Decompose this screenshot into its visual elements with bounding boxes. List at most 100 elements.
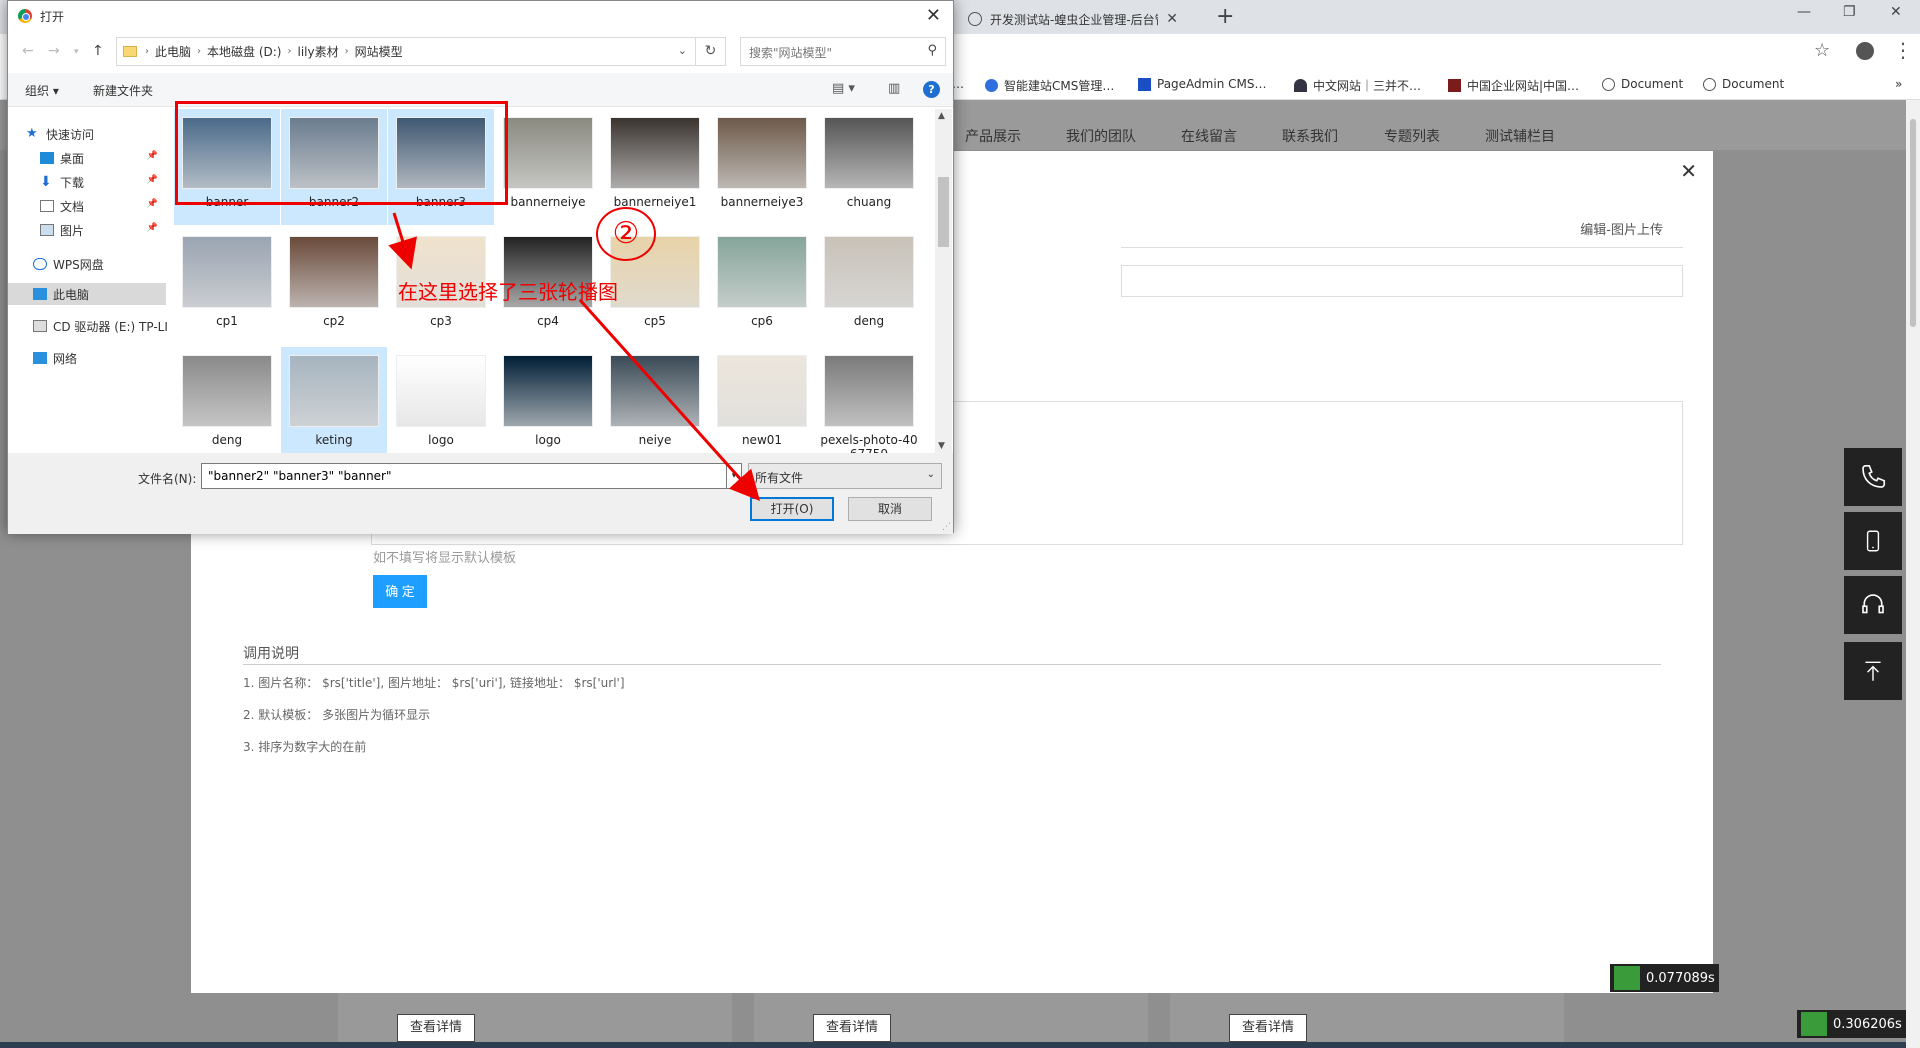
refresh-icon[interactable]: ↻ bbox=[696, 37, 726, 66]
organize-button[interactable]: 组织 ▾ bbox=[25, 82, 59, 99]
chevron-right-icon: › bbox=[344, 46, 349, 57]
bookmark-item[interactable]: 中国企业网站|中国… bbox=[1448, 77, 1579, 94]
file-item[interactable]: cp2 bbox=[281, 228, 387, 344]
nav-item[interactable]: 产品展示 bbox=[965, 126, 1021, 146]
forward-arrow-icon[interactable]: → bbox=[48, 43, 60, 59]
mobile-icon[interactable] bbox=[1844, 512, 1902, 570]
nav-network[interactable]: 网络 bbox=[8, 347, 166, 369]
nav-item[interactable]: 测试辅栏目 bbox=[1485, 126, 1555, 146]
phone-icon[interactable] bbox=[1844, 448, 1902, 506]
new-folder-button[interactable]: 新建文件夹 bbox=[93, 82, 153, 99]
chevron-right-icon: › bbox=[145, 46, 149, 57]
pin-icon[interactable]: 📌 bbox=[147, 151, 158, 161]
up-arrow-icon[interactable]: ↑ bbox=[92, 43, 104, 59]
nav-pictures[interactable]: 图片 📌 bbox=[8, 219, 166, 241]
close-window-icon[interactable]: ✕ bbox=[1890, 4, 1902, 20]
browser-menu-icon[interactable]: ⋮ bbox=[1893, 38, 1913, 62]
confirm-button[interactable]: 确 定 bbox=[373, 575, 427, 608]
scroll-up-icon[interactable]: ▲ bbox=[938, 111, 945, 121]
nav-quick-access[interactable]: ★ 快速访问 bbox=[8, 123, 166, 145]
bookmark-item[interactable]: Document bbox=[1602, 77, 1683, 91]
bookmark-item[interactable]: 中文网站｜三并不… bbox=[1294, 77, 1421, 94]
breadcrumb[interactable]: 网站模型 bbox=[355, 43, 403, 60]
nav-cd-drive[interactable]: CD 驱动器 (E:) TP-LI bbox=[8, 315, 168, 337]
nav-desktop[interactable]: 桌面 📌 bbox=[8, 147, 166, 169]
view-details-button[interactable]: 查看详情 bbox=[1229, 1014, 1307, 1042]
page-scrollbar[interactable] bbox=[1906, 100, 1920, 1048]
nav-item[interactable]: 我们的团队 bbox=[1066, 126, 1136, 146]
close-icon[interactable]: ✕ bbox=[926, 5, 941, 26]
file-item[interactable]: bannerneiye3 bbox=[709, 109, 815, 225]
chevron-down-icon[interactable]: ▾ bbox=[726, 463, 742, 489]
scroll-down-icon[interactable]: ▼ bbox=[938, 441, 945, 451]
cancel-button[interactable]: 取消 bbox=[848, 497, 932, 521]
back-arrow-icon[interactable]: ← bbox=[22, 43, 34, 59]
nav-downloads[interactable]: ⬇ 下载 📌 bbox=[8, 171, 166, 193]
dialog-footer: 文件名(N): ▾ 所有文件 ⌄ 打开(O) 取消 ⋰ bbox=[8, 453, 953, 534]
nav-documents[interactable]: 文档 📌 bbox=[8, 195, 166, 217]
pin-icon[interactable]: 📌 bbox=[147, 199, 158, 209]
bookmark-star-icon[interactable]: ☆ bbox=[1814, 40, 1830, 61]
recent-dropdown-icon[interactable]: ▾ bbox=[74, 47, 79, 57]
nav-item[interactable]: 联系我们 bbox=[1282, 126, 1338, 146]
taskbar-strip bbox=[0, 1042, 1920, 1048]
search-icon: ⚲ bbox=[927, 43, 937, 58]
globe-icon bbox=[1602, 77, 1615, 91]
search-input[interactable]: 搜索"网站模型" ⚲ bbox=[740, 37, 946, 66]
file-list-scrollbar[interactable]: ▲ ▼ bbox=[935, 109, 952, 453]
file-item[interactable]: logo bbox=[388, 347, 494, 453]
image-thumbnail bbox=[289, 236, 379, 308]
view-options-icon[interactable]: ▤ ▾ bbox=[832, 81, 855, 96]
file-item[interactable]: deng bbox=[816, 228, 922, 344]
more-bookmarks-icon[interactable]: » bbox=[1895, 77, 1902, 91]
annotation-text: 在这里选择了三张轮播图 bbox=[398, 280, 618, 304]
view-details-button[interactable]: 查看详情 bbox=[397, 1014, 475, 1042]
nav-wps-cloud[interactable]: WPS网盘 bbox=[8, 253, 166, 275]
nav-item[interactable]: 在线留言 bbox=[1181, 126, 1237, 146]
resize-grip-icon[interactable]: ⋰ bbox=[942, 522, 951, 532]
minimize-icon[interactable]: — bbox=[1797, 4, 1811, 20]
file-item[interactable]: neiye bbox=[602, 347, 708, 453]
bookmark-item[interactable]: Document bbox=[1703, 77, 1784, 91]
nav-this-pc[interactable]: 此电脑 bbox=[8, 283, 166, 305]
filename-label: 文件名(N): bbox=[138, 472, 197, 486]
help-icon[interactable]: ? bbox=[923, 81, 940, 98]
close-tab-icon[interactable]: ✕ bbox=[1166, 11, 1178, 27]
address-bar[interactable]: › 此电脑 › 本地磁盘 (D:) › lily素材 › 网站模型 ⌄ bbox=[116, 37, 696, 66]
headset-icon[interactable] bbox=[1844, 576, 1902, 634]
chevron-down-icon[interactable]: ⌄ bbox=[678, 44, 687, 57]
new-tab-icon[interactable]: + bbox=[1216, 4, 1234, 29]
open-button[interactable]: 打开(O) bbox=[750, 497, 834, 521]
bookmark-item[interactable]: 智能建站CMS管理… bbox=[985, 77, 1114, 94]
close-icon[interactable]: ✕ bbox=[1680, 159, 1697, 183]
back-to-top-icon[interactable] bbox=[1844, 642, 1902, 700]
download-icon: ⬇ bbox=[40, 174, 52, 190]
filename-input[interactable] bbox=[201, 463, 741, 489]
scroll-thumb[interactable] bbox=[938, 177, 949, 247]
file-item[interactable]: logo bbox=[495, 347, 601, 453]
browser-tab[interactable]: 开发测试站-蝗虫企业管理-后台管 ✕ bbox=[958, 4, 1188, 34]
bookmark-item[interactable]: PageAdmin CMS… bbox=[1138, 77, 1266, 91]
pin-icon[interactable]: 📌 bbox=[147, 223, 158, 233]
file-type-select[interactable]: 所有文件 ⌄ bbox=[748, 463, 942, 489]
file-item[interactable]: cp1 bbox=[174, 228, 280, 344]
preview-pane-icon[interactable]: ▥ bbox=[888, 81, 900, 96]
restore-icon[interactable]: ❐ bbox=[1843, 4, 1856, 20]
title-input[interactable] bbox=[1121, 265, 1683, 297]
view-details-button[interactable]: 查看详情 bbox=[813, 1014, 891, 1042]
pin-icon[interactable]: 📌 bbox=[147, 175, 158, 185]
breadcrumb[interactable]: lily素材 bbox=[297, 43, 338, 60]
nav-item[interactable]: 专题列表 bbox=[1384, 126, 1440, 146]
file-item[interactable]: cp6 bbox=[709, 228, 815, 344]
dialog-titlebar: 打开 ✕ bbox=[8, 1, 953, 31]
desktop-icon bbox=[40, 152, 54, 164]
file-item[interactable]: bannerneiye bbox=[495, 109, 601, 225]
breadcrumb[interactable]: 此电脑 bbox=[155, 43, 191, 60]
file-item[interactable]: chuang bbox=[816, 109, 922, 225]
file-item[interactable]: new01 bbox=[709, 347, 815, 453]
profile-avatar[interactable] bbox=[1856, 42, 1874, 60]
breadcrumb[interactable]: 本地磁盘 (D:) bbox=[207, 43, 281, 60]
file-item[interactable]: deng bbox=[174, 347, 280, 453]
file-item[interactable]: pexels-photo-4067759 bbox=[816, 347, 922, 453]
file-item[interactable]: keting bbox=[281, 347, 387, 453]
